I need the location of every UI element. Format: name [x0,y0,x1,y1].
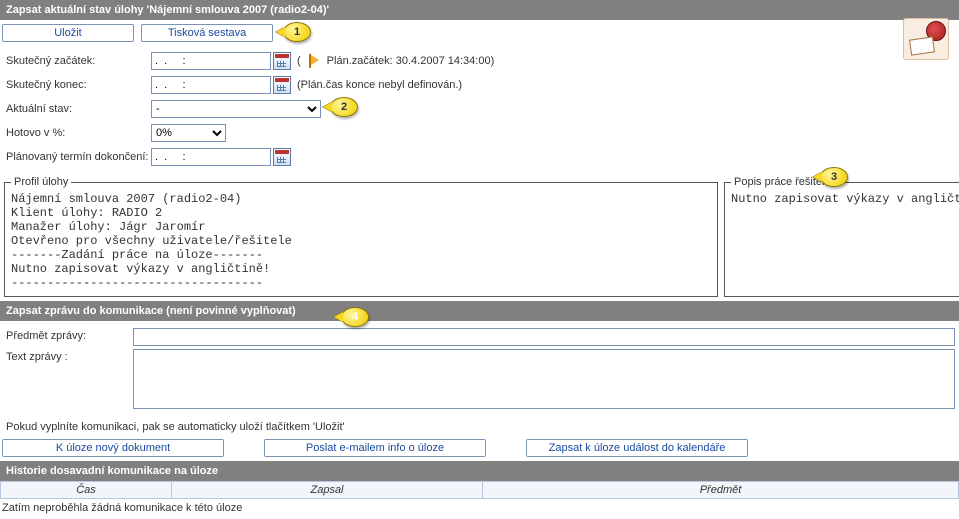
label-body: Text zprávy : [4,349,133,363]
calendar-icon[interactable] [273,148,291,166]
col-header-subject[interactable]: Předmět [482,481,959,499]
label-state: Aktuální stav: [4,103,151,115]
row-planned-end: Plánovaný termín dokončení: [4,146,955,168]
calendar-icon[interactable] [273,76,291,94]
message-section-title: Zapsat zprávu do komunikace (není povinn… [6,305,296,317]
label-percent: Hotovo v %: [4,127,151,139]
row-actual-start: Skutečný začátek: (Plán.začátek: 30.4.20… [4,50,955,72]
new-document-button[interactable]: K úloze nový dokument [2,439,224,457]
window-title-bar: Zapsat aktuální stav úlohy 'Nájemní smlo… [0,0,959,20]
message-section: Předmět zprávy: Text zprávy : [0,321,959,419]
profile-text: Nájemní smlouva 2007 (radio2-04) Klient … [11,192,711,290]
row-percent: Hotovo v %: 0% [4,122,955,144]
row-subject: Předmět zprávy: [4,328,955,346]
flag-icon [309,54,323,68]
legend-profile: Profil úlohy [11,176,71,188]
label-planned-end: Plánovaný termín dokončení: [4,151,151,163]
callout-3: 3 [820,167,848,187]
toolbar: Uložit Tisková sestava 1 [0,20,959,46]
save-button[interactable]: Uložit [2,24,134,42]
callout-4: 4 [341,307,369,327]
history-title: Historie dosavadní komunikace na úloze [6,465,218,477]
label-actual-start: Skutečný začátek: [4,55,151,67]
select-percent[interactable]: 0% [151,124,226,142]
input-actual-end[interactable] [151,76,271,94]
callout-2: 2 [330,97,358,117]
textarea-body[interactable] [133,349,955,409]
print-report-button[interactable]: Tisková sestava [141,24,273,42]
label-subject: Předmět zprávy: [4,328,133,342]
input-subject[interactable] [133,328,955,346]
history-empty-text: Zatím neproběhla žádná komunikace k této… [0,499,959,517]
description-text: Nutno zapisovat výkazy v angličtině! [731,192,959,206]
calendar-event-button[interactable]: Zapsat k úloze událost do kalendáře [526,439,748,457]
send-email-button[interactable]: Poslat e-mailem info o úloze [264,439,486,457]
select-state[interactable]: - [151,100,321,118]
label-actual-end: Skutečný konec: [4,79,151,91]
row-actual-end: Skutečný konec: (Plán.čas konce nebyl de… [4,74,955,96]
input-actual-start[interactable] [151,52,271,70]
calendar-icon[interactable] [273,52,291,70]
callout-1: 1 [283,22,311,42]
details-columns: Profil úlohy Nájemní smlouva 2007 (radio… [0,176,959,297]
message-section-title-bar: Zapsat zprávu do komunikace (není povinn… [0,301,959,321]
window-title: Zapsat aktuální stav úlohy 'Nájemní smlo… [6,4,329,16]
col-header-time[interactable]: Čas [0,481,171,499]
message-note: Pokud vyplníte komunikaci, pak se automa… [0,419,959,435]
row-body: Text zprávy : [4,349,955,412]
input-planned-end[interactable] [151,148,271,166]
row-state: Aktuální stav: - 2 [4,98,955,120]
history-title-bar: Historie dosavadní komunikace na úloze [0,461,959,481]
action-button-row: K úloze nový dokument Poslat e-mailem in… [0,435,959,461]
hint-plan-end: (Plán.čas konce nebyl definován.) [297,79,462,91]
form-area: Skutečný začátek: (Plán.začátek: 30.4.20… [0,46,959,176]
fieldset-description: Popis práce řešitelů Nutno zapisovat výk… [724,176,959,297]
history-table-header: Čas Zapsal Předmět [0,481,959,499]
col-header-user[interactable]: Zapsal [171,481,482,499]
hint-plan-start: (Plán.začátek: 30.4.2007 14:34:00) [297,54,494,68]
fieldset-profile: Profil úlohy Nájemní smlouva 2007 (radio… [4,176,718,297]
